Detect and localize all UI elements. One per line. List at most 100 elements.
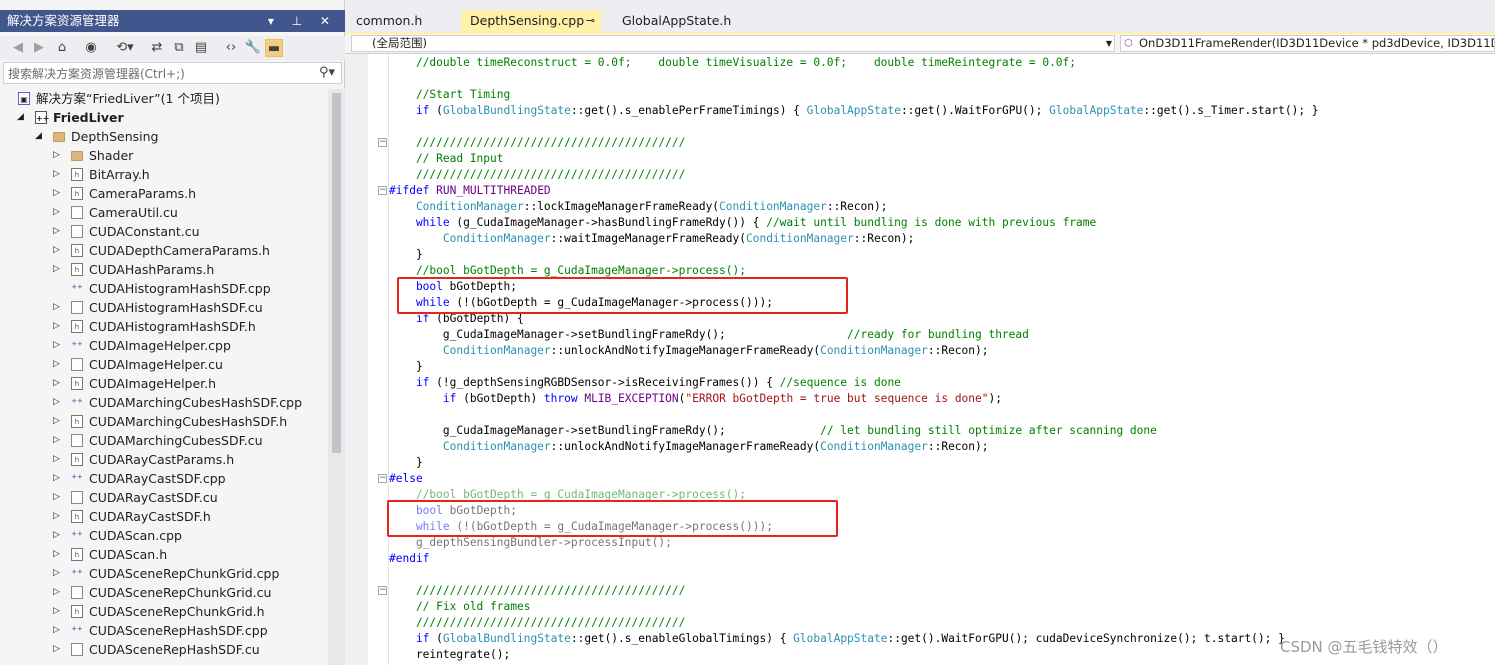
tree-item[interactable]: ▷ h CUDAScan.h [0, 545, 328, 564]
collapsed-arrow-icon[interactable]: ▷ [53, 241, 60, 260]
tree-item[interactable]: ▷ CUDASceneRepChunkGrid.cu [0, 583, 328, 602]
solution-search-input[interactable] [4, 64, 304, 84]
scrollbar-thumb[interactable] [332, 93, 341, 453]
tree-item[interactable]: ▷ ⁺⁺ CUDASceneRepChunkGrid.cpp [0, 564, 328, 583]
code-line[interactable]: //Start Timing [389, 87, 510, 103]
collapse-region-icon[interactable]: − [378, 586, 387, 595]
code-line[interactable]: } [389, 247, 423, 263]
tree-item[interactable]: ◢ ++ FriedLiver [0, 108, 328, 127]
code-line[interactable]: if (GlobalBundlingState::get().s_enableG… [389, 631, 1285, 647]
forward-icon[interactable]: ▶ [30, 39, 48, 57]
tree-item[interactable]: ▷ h CameraParams.h [0, 184, 328, 203]
expanded-arrow-icon[interactable]: ◢ [35, 127, 42, 146]
preview-selected-icon[interactable]: ▬ [265, 39, 283, 57]
back-icon[interactable]: ◀ [9, 39, 27, 57]
tree-item[interactable]: ▷ ⁺⁺ CUDAImageHelper.cpp [0, 336, 328, 355]
pin-icon[interactable]: ⊸ [586, 10, 595, 32]
code-line[interactable]: //////////////////////////////////////// [389, 583, 685, 599]
collapse-all-icon[interactable]: ⧉ [170, 39, 188, 57]
home-icon[interactable]: ⌂ [53, 39, 71, 57]
collapsed-arrow-icon[interactable]: ▷ [53, 583, 60, 602]
code-line[interactable]: ConditionManager::unlockAndNotifyImageMa… [389, 343, 989, 359]
collapsed-arrow-icon[interactable]: ▷ [53, 412, 60, 431]
code-line[interactable]: while (g_CudaImageManager->hasBundlingFr… [389, 215, 1096, 231]
collapsed-arrow-icon[interactable]: ▷ [53, 260, 60, 279]
tree-item[interactable]: ▷ ⁺⁺ CUDAScan.cpp [0, 526, 328, 545]
tree-item[interactable]: ◢ DepthSensing [0, 127, 328, 146]
collapsed-arrow-icon[interactable]: ▷ [53, 488, 60, 507]
properties-icon[interactable]: 🔧 [244, 39, 262, 57]
code-line[interactable]: } [389, 359, 423, 375]
search-icon[interactable]: ⚲▾ [319, 65, 335, 80]
tree-item[interactable]: ▷ Shader [0, 146, 328, 165]
code-line[interactable]: if (GlobalBundlingState::get().s_enableP… [389, 103, 1319, 119]
code-line[interactable]: g_CudaImageManager->setBundlingFrameRdy(… [389, 423, 1157, 439]
tree-item[interactable]: ▷ ⁺⁺ CUDASceneRepHashSDF.cpp [0, 621, 328, 640]
solution-view-icon[interactable]: ◉ [82, 39, 100, 57]
collapse-region-icon[interactable]: − [378, 138, 387, 147]
collapsed-arrow-icon[interactable]: ▷ [53, 602, 60, 621]
collapsed-arrow-icon[interactable]: ▷ [53, 222, 60, 241]
code-line[interactable]: ConditionManager::waitImageManagerFrameR… [389, 231, 915, 247]
function-dropdown[interactable]: ⬡ OnD3D11FrameRender(ID3D11Device * pd3d… [1120, 35, 1495, 52]
code-line[interactable]: g_CudaImageManager->setBundlingFrameRdy(… [389, 327, 1029, 343]
code-line[interactable]: //////////////////////////////////////// [389, 135, 685, 151]
collapsed-arrow-icon[interactable]: ▷ [53, 564, 60, 583]
tree-item[interactable]: ▷ h CUDAHashParams.h [0, 260, 328, 279]
collapsed-arrow-icon[interactable]: ▷ [53, 640, 60, 659]
tree-item[interactable]: ▷ h CUDARayCastParams.h [0, 450, 328, 469]
tree-item[interactable]: ▷ CUDASceneRepHashSDF.cu [0, 640, 328, 659]
collapsed-arrow-icon[interactable]: ▷ [53, 165, 60, 184]
chevron-down-icon[interactable]: ▼ [1106, 36, 1112, 51]
tree-item[interactable]: ▷ h CUDASceneRepChunkGrid.h [0, 602, 328, 621]
code-line[interactable]: ConditionManager::unlockAndNotifyImageMa… [389, 439, 989, 455]
solution-search-box[interactable]: ⚲▾ [3, 62, 342, 84]
sync-icon[interactable]: ⇄ [148, 39, 166, 57]
code-line[interactable]: #else [389, 471, 423, 487]
tree-item[interactable]: ▷ h CUDAHistogramHashSDF.h [0, 317, 328, 336]
collapsed-arrow-icon[interactable]: ▷ [53, 203, 60, 222]
collapsed-arrow-icon[interactable]: ▷ [53, 621, 60, 640]
code-line[interactable]: g_depthSensingBundler->processInput(); [389, 535, 672, 551]
tree-item[interactable]: ▷ CUDARayCastSDF.cu [0, 488, 328, 507]
collapsed-arrow-icon[interactable]: ▷ [53, 298, 60, 317]
tree-item[interactable]: ▷ h BitArray.h [0, 165, 328, 184]
tree-item[interactable]: ▷ h CUDARayCastSDF.h [0, 507, 328, 526]
panel-window-controls[interactable]: ▾ ⊥ ✕ [268, 10, 337, 32]
tree-item[interactable]: ▷ CameraUtil.cu [0, 203, 328, 222]
scope-dropdown[interactable]: (全局范围) ▼ [351, 35, 1115, 52]
collapsed-arrow-icon[interactable]: ▷ [53, 317, 60, 336]
pending-changes-filter-icon[interactable]: ⟲▾ [110, 39, 140, 57]
view-code-icon[interactable]: ‹› [222, 39, 240, 57]
collapsed-arrow-icon[interactable]: ▷ [53, 184, 60, 203]
code-line[interactable]: #endif [389, 551, 429, 567]
collapsed-arrow-icon[interactable]: ▷ [53, 374, 60, 393]
tree-item[interactable]: ▣ 解决方案“FriedLiver”(1 个项目) [0, 89, 328, 108]
collapse-region-icon[interactable]: − [378, 186, 387, 195]
tab-globalappstate-h[interactable]: GlobalAppState.h [613, 10, 763, 32]
tree-item[interactable]: ▷ CUDAConstant.cu [0, 222, 328, 241]
collapsed-arrow-icon[interactable]: ▷ [53, 545, 60, 564]
code-line[interactable]: ConditionManager::lockImageManagerFrameR… [389, 199, 888, 215]
tree-item[interactable]: ▷ CUDAImageHelper.cu [0, 355, 328, 374]
collapsed-arrow-icon[interactable]: ▷ [53, 146, 60, 165]
code-line[interactable]: //double timeReconstruct = 0.0f; double … [389, 55, 1076, 71]
expanded-arrow-icon[interactable]: ◢ [17, 108, 24, 127]
collapsed-arrow-icon[interactable]: ▷ [53, 507, 60, 526]
tree-item[interactable]: ▷ ⁺⁺ CUDARayCastSDF.cpp [0, 469, 328, 488]
code-line[interactable]: // Read Input [389, 151, 504, 167]
collapse-region-icon[interactable]: − [378, 474, 387, 483]
code-line[interactable]: //////////////////////////////////////// [389, 167, 685, 183]
collapsed-arrow-icon[interactable]: ▷ [53, 393, 60, 412]
code-line[interactable]: if (bGotDepth) throw MLIB_EXCEPTION("ERR… [389, 391, 1002, 407]
collapsed-arrow-icon[interactable]: ▷ [53, 336, 60, 355]
code-line[interactable]: #ifdef RUN_MULTITHREADED [389, 183, 551, 199]
code-line[interactable]: if (!g_depthSensingRGBDSensor->isReceivi… [389, 375, 901, 391]
collapsed-arrow-icon[interactable]: ▷ [53, 526, 60, 545]
code-line[interactable]: reintegrate(); [389, 647, 510, 663]
show-all-files-icon[interactable]: ▤ [192, 39, 210, 57]
tree-item[interactable]: ▷ h CUDADepthCameraParams.h [0, 241, 328, 260]
code-line[interactable]: // Fix old frames [389, 599, 531, 615]
tree-item[interactable]: ▷ h CUDAImageHelper.h [0, 374, 328, 393]
collapsed-arrow-icon[interactable]: ▷ [53, 450, 60, 469]
